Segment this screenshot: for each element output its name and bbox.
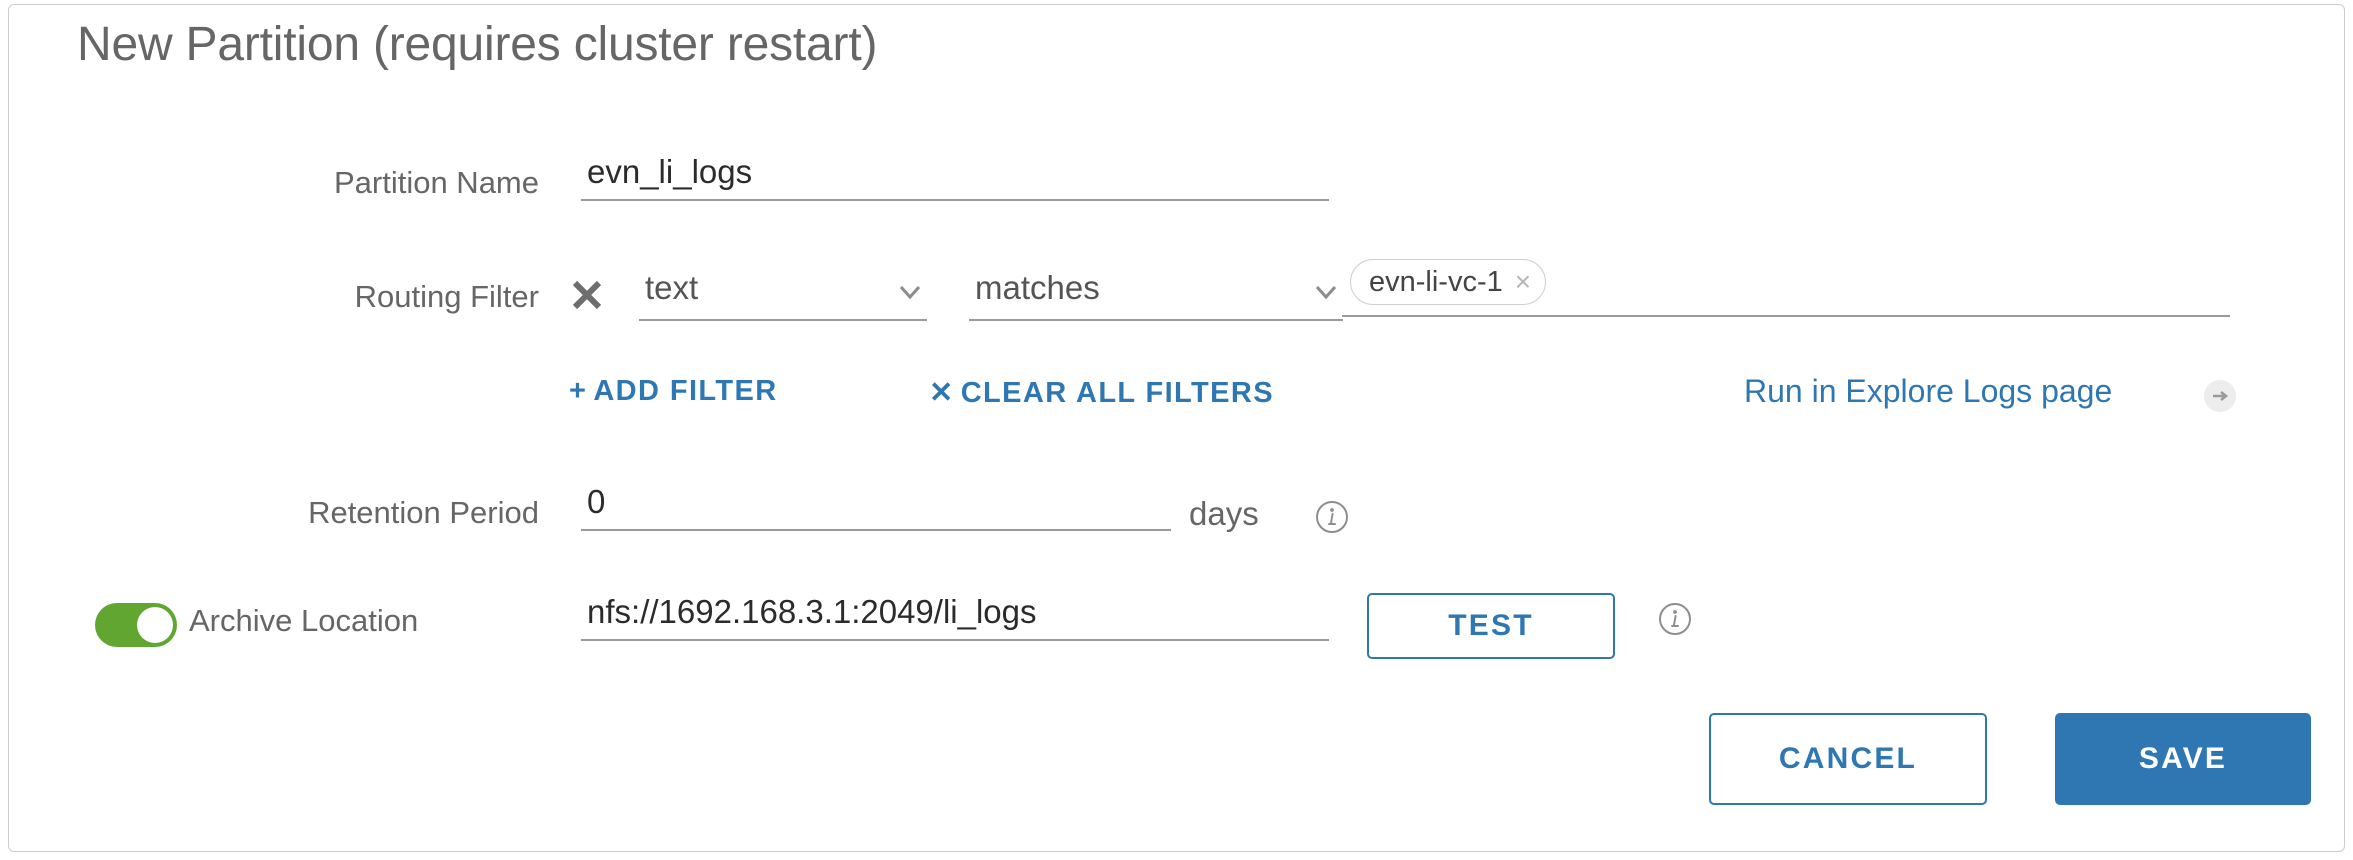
chevron-down-icon	[897, 279, 923, 305]
arrow-right-circle-icon[interactable]	[2203, 379, 2237, 413]
filter-operator-select[interactable]: matches	[969, 267, 1343, 321]
filter-field-value: text	[645, 269, 699, 306]
filter-tag-chip[interactable]: evn-li-vc-1 ×	[1350, 259, 1547, 305]
close-icon[interactable]	[569, 277, 605, 313]
retention-period-label: Retention Period	[308, 495, 539, 530]
new-partition-dialog: New Partition (requires cluster restart)…	[8, 4, 2345, 852]
add-filter-label: ADD FILTER	[593, 375, 778, 407]
archive-location-label: Archive Location	[189, 603, 419, 638]
filter-field-select[interactable]: text	[639, 267, 927, 321]
toggle-knob	[137, 607, 173, 643]
close-icon: ✕	[929, 377, 955, 409]
clear-all-filters-button[interactable]: ✕ CLEAR ALL FILTERS	[929, 375, 1274, 410]
partition-name-label: Partition Name	[333, 165, 539, 200]
partition-name-input[interactable]	[581, 153, 1329, 201]
filter-value-tag-input[interactable]: evn-li-vc-1 ×	[1342, 255, 2230, 317]
retention-unit-label: days	[1189, 495, 1259, 532]
archive-location-toggle[interactable]	[95, 603, 177, 647]
retention-period-input[interactable]	[581, 483, 1171, 531]
plus-icon: +	[569, 375, 588, 407]
cancel-button[interactable]: CANCEL	[1709, 713, 1987, 805]
clear-all-filters-label: CLEAR ALL FILTERS	[960, 377, 1274, 409]
archive-location-input[interactable]	[581, 593, 1329, 641]
info-icon[interactable]	[1657, 601, 1693, 637]
chevron-down-icon	[1313, 279, 1339, 305]
close-icon[interactable]: ×	[1515, 268, 1531, 296]
routing-filter-label: Routing Filter	[354, 279, 539, 314]
filter-operator-value: matches	[975, 269, 1100, 306]
add-filter-button[interactable]: + ADD FILTER	[569, 375, 778, 408]
filter-tag-label: evn-li-vc-1	[1369, 265, 1503, 298]
run-in-explore-logs-link[interactable]: Run in Explore Logs page	[1744, 373, 2112, 410]
test-button[interactable]: TEST	[1367, 593, 1615, 659]
save-button[interactable]: SAVE	[2055, 713, 2311, 805]
page-title: New Partition (requires cluster restart)	[77, 18, 878, 71]
info-icon[interactable]	[1314, 499, 1350, 535]
